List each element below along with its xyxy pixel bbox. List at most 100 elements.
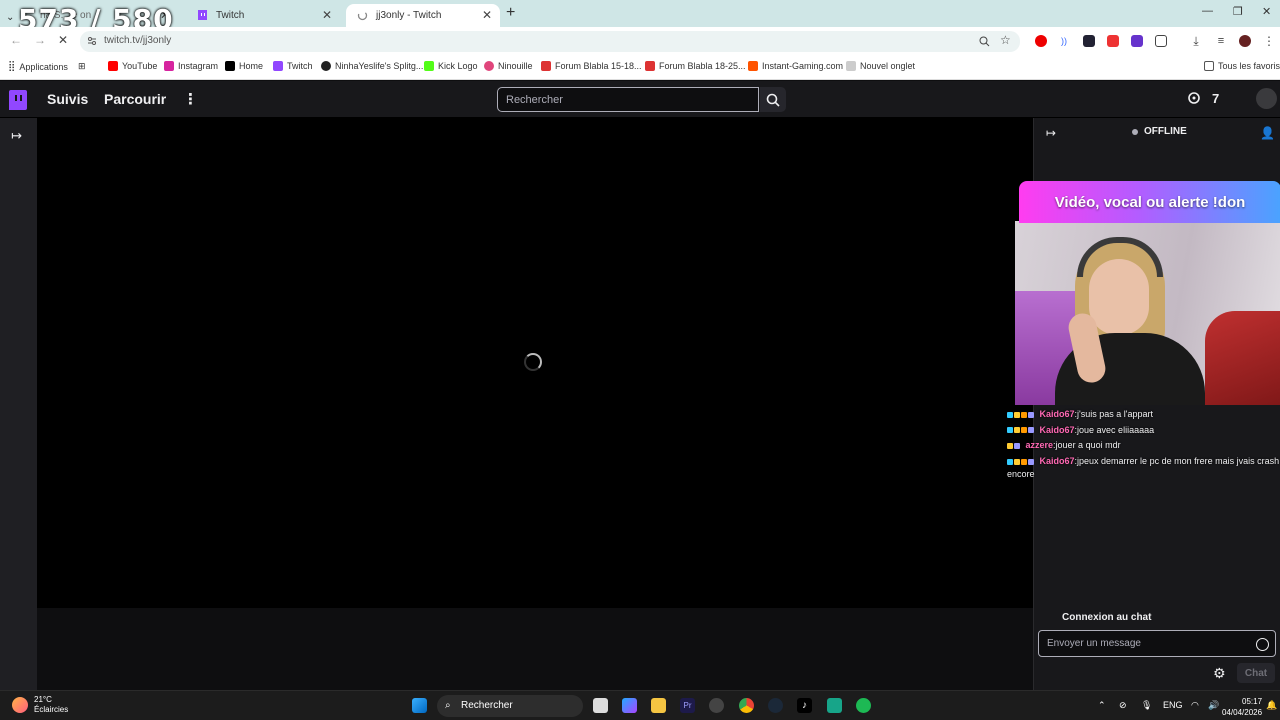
copilot-icon[interactable] — [622, 698, 637, 713]
crown-icon[interactable] — [1187, 91, 1203, 107]
bookmark-instagram[interactable]: Instagram — [164, 61, 218, 71]
tab-list-icon[interactable]: ⌄ — [0, 6, 20, 29]
jvc-icon — [541, 61, 551, 71]
bookmark-twitch[interactable]: Twitch — [273, 61, 313, 71]
microphone-icon[interactable]: 🎙 — [1141, 700, 1152, 711]
date: 04/04/2026 — [1222, 708, 1263, 717]
bookmark-ninouille[interactable]: Ninouille — [484, 61, 533, 71]
steam-icon[interactable] — [768, 698, 783, 713]
folder-icon — [1204, 61, 1214, 71]
bookmark-new-tab[interactable]: Nouvel onglet — [846, 61, 915, 71]
grid-icon[interactable]: ⊞ — [78, 61, 86, 72]
user-avatar[interactable] — [1256, 88, 1277, 109]
badge-icons — [1007, 440, 1021, 452]
taskbar-search-label: Rechercher — [461, 700, 513, 711]
close-tab-icon[interactable]: ✕ — [482, 8, 492, 22]
back-arrow-icon[interactable]: ← — [10, 33, 22, 47]
chat-message: Kaido67:joue avec eliiaaaaa — [1007, 424, 1280, 437]
tab-active[interactable]: jj3only - Twitch ✕ — [346, 4, 500, 27]
search-input[interactable] — [498, 88, 758, 111]
tray-overflow-icon[interactable]: ⌃ — [1098, 700, 1106, 711]
clock[interactable]: 05:17 04/04/2026 — [1222, 696, 1262, 718]
nav-following[interactable]: Suivis — [47, 91, 88, 107]
all-bookmarks-folder[interactable]: Tous les favoris — [1204, 61, 1280, 71]
bookmark-forum-15-18[interactable]: Forum Blabla 15-18... — [541, 61, 642, 71]
community-icon[interactable]: 👤 — [1260, 126, 1275, 140]
file-explorer-icon[interactable] — [651, 698, 666, 713]
close-tab-icon[interactable]: ✕ — [322, 8, 332, 22]
bookmark-star-icon[interactable]: ☆ — [1000, 33, 1011, 47]
bookmark-instant-gaming[interactable]: Instant-Gaming.com — [748, 61, 843, 71]
expand-sidebar-icon[interactable]: ↦ — [11, 128, 22, 144]
badge-icons — [1007, 424, 1035, 436]
notification-bell-icon[interactable]: 🔔 — [1266, 700, 1277, 711]
emote-picker-icon[interactable] — [1256, 638, 1269, 651]
video-player[interactable] — [37, 118, 1033, 608]
tab-label: Twitch — [216, 10, 245, 21]
extension-icon[interactable]: )) — [1058, 35, 1070, 47]
media-icon[interactable]: ≡ — [1215, 35, 1227, 47]
windows-start-icon[interactable] — [412, 698, 427, 713]
bookmark-youtube[interactable]: YouTube — [108, 61, 157, 71]
chat-username[interactable]: azzere — [1026, 440, 1054, 450]
settings-icon[interactable] — [709, 698, 724, 713]
twitch-logo-icon[interactable] — [9, 90, 27, 110]
app-icon[interactable] — [827, 698, 842, 713]
chat-username[interactable]: Kaido67 — [1040, 409, 1075, 419]
chat-settings-gear-icon[interactable]: ⚙ — [1213, 665, 1226, 682]
stop-loading-icon[interactable]: ✕ — [58, 33, 68, 47]
bookmark-kick[interactable]: Kick Logo — [424, 61, 478, 71]
minimize-button[interactable]: — — [1202, 5, 1213, 17]
jvc-icon — [645, 61, 655, 71]
taskbar-search[interactable]: ⌕ Rechercher — [437, 695, 583, 717]
chat-username[interactable]: Kaido67 — [1040, 425, 1075, 435]
shield-icon[interactable] — [1131, 35, 1143, 47]
extension-icon[interactable] — [1083, 35, 1095, 47]
puzzle-icon[interactable] — [1155, 35, 1167, 47]
search-button[interactable] — [760, 87, 786, 112]
profile-avatar[interactable] — [1239, 35, 1251, 47]
more-options-icon[interactable]: ⋮ — [183, 90, 198, 108]
zoom-icon[interactable] — [979, 36, 990, 47]
chrome-icon[interactable] — [739, 698, 754, 713]
opera-extension-icon[interactable] — [1035, 35, 1047, 47]
bookmark-apps[interactable]: ⣿ Applications — [8, 61, 68, 72]
forward-arrow-icon[interactable]: → — [34, 33, 46, 47]
maximize-button[interactable]: ❐ — [1233, 5, 1243, 18]
extension-7tv-icon[interactable]: 7 — [1212, 91, 1228, 107]
wifi-icon[interactable]: ◠ — [1191, 700, 1199, 711]
weather-widget[interactable]: 21°C Éclaircies — [12, 695, 68, 715]
search-icon: ⌕ — [445, 700, 451, 711]
url-field[interactable]: twitch.tv/jj3only ☆ — [80, 31, 1020, 52]
bookmark-splitgate[interactable]: NinhaYeslife's Splitg... — [321, 61, 423, 71]
nav-browse[interactable]: Parcourir — [104, 91, 166, 107]
windows-taskbar: 21°C Éclaircies ⌕ Rechercher Pr ♪ ⌃ ⊘ 🎙 … — [0, 690, 1280, 720]
tab-twitch[interactable]: Twitch ✕ — [186, 4, 340, 27]
download-icon[interactable]: ⤓ — [1190, 34, 1202, 48]
left-sidebar: ↦ — [0, 118, 37, 690]
browser-tab-bar: ha S... e on ✕ Twitch ✕ jj3only - Twitch… — [0, 0, 1280, 27]
chat-message-input[interactable] — [1039, 631, 1275, 656]
chat-username[interactable]: Kaido67 — [1040, 456, 1075, 466]
site-info-icon[interactable] — [87, 36, 97, 46]
spotify-icon[interactable] — [856, 698, 871, 713]
new-tab-button[interactable]: + — [506, 4, 515, 22]
chat-message: Kaido67:j'suis pas a l'appart — [1007, 408, 1280, 421]
network-off-icon[interactable]: ⊘ — [1119, 700, 1127, 711]
volume-icon[interactable]: 🔊 — [1208, 700, 1219, 711]
search-box[interactable] — [497, 87, 759, 112]
close-window-button[interactable]: ✕ — [1262, 5, 1271, 18]
weather-icon — [12, 697, 28, 713]
extension-icon[interactable] — [1107, 35, 1119, 47]
menu-dots-icon[interactable]: ⋮ — [1263, 34, 1275, 48]
language-indicator[interactable]: ENG — [1163, 700, 1183, 710]
collapse-chat-icon[interactable]: ↦ — [1046, 126, 1056, 140]
bookmark-forum-18-25[interactable]: Forum Blabla 18-25... — [645, 61, 746, 71]
chat-text: :j'suis pas a l'appart — [1074, 409, 1154, 419]
premiere-pro-icon[interactable]: Pr — [680, 698, 695, 713]
bookmark-home[interactable]: Home — [225, 61, 263, 71]
chat-send-button[interactable]: Chat — [1237, 663, 1275, 683]
chat-input-box[interactable] — [1038, 630, 1276, 657]
task-view-icon[interactable] — [593, 698, 608, 713]
tiktok-icon[interactable]: ♪ — [797, 698, 812, 713]
